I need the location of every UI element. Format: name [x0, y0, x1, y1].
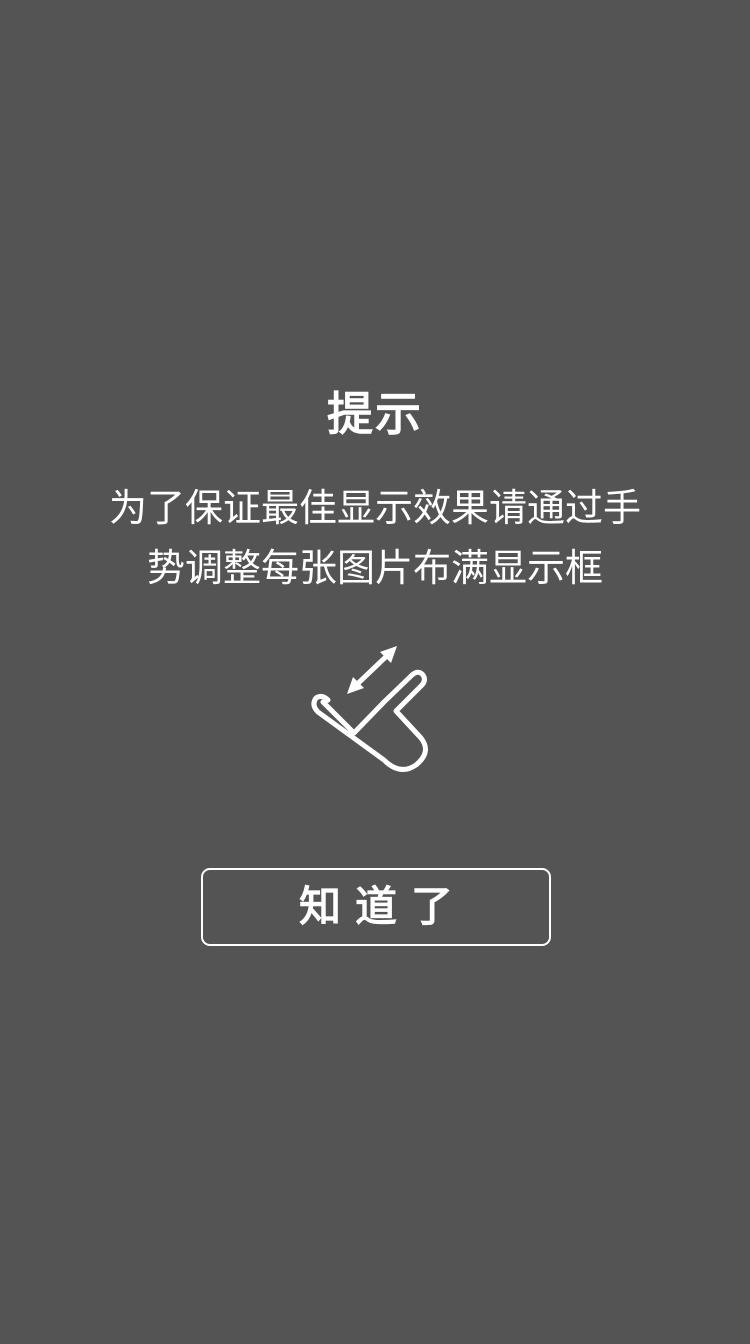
gesture-hint-overlay: 提示 为了保证最佳显示效果请通过手势调整每张图片布满显示框 知道了	[0, 0, 750, 1344]
got-it-button-label: 知道了	[298, 882, 467, 931]
hint-title: 提示	[327, 387, 423, 441]
got-it-button[interactable]: 知道了	[201, 868, 551, 946]
pinch-resize-hand-icon	[311, 646, 428, 772]
hint-message: 为了保证最佳显示效果请通过手势调整每张图片布满显示框	[108, 486, 641, 590]
